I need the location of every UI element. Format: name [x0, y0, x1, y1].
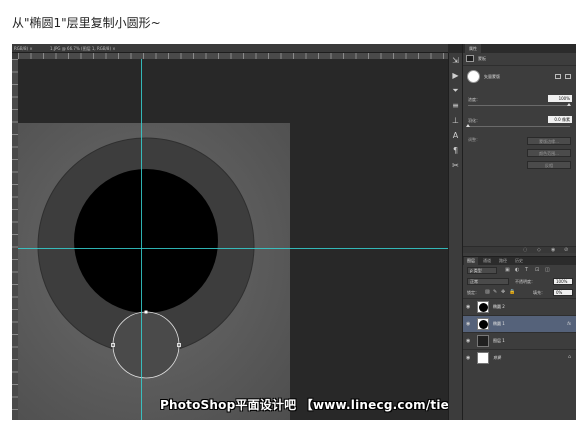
properties-header: 蒙板	[463, 53, 576, 65]
tab-paths[interactable]: 路径	[496, 257, 510, 265]
color-range-button[interactable]: 颜色范围...	[527, 149, 571, 157]
visibility-eye-icon[interactable]: ◉	[466, 304, 470, 310]
feather-row: 羽化： 0.0 像素	[463, 116, 576, 129]
layers-panel: 图层 通道 路径 历史 ρ 类型 ▣ ◐ T ⊡ ◫ 正常 不透明度： 100%…	[463, 256, 576, 420]
layer-name: 图层 1	[493, 338, 505, 343]
filter-adjust-icon[interactable]: ◐	[515, 268, 519, 273]
layer-name: 椭圆 1	[493, 321, 505, 326]
anchor-point-top	[144, 310, 148, 314]
feather-slider-track[interactable]	[468, 126, 570, 127]
filter-type-icon[interactable]: T	[525, 268, 528, 273]
properties-tab-bar: 属性	[463, 44, 576, 53]
fill-label: 填充：	[533, 290, 545, 295]
filter-smart-icon[interactable]: ◫	[545, 268, 550, 273]
visibility-eye-icon[interactable]: ◉	[466, 321, 470, 327]
density-row: 浓度： 100%	[463, 95, 576, 108]
tab-properties[interactable]: 属性	[465, 44, 481, 53]
tools-icon[interactable]: ✂	[451, 161, 461, 171]
filter-shape-icon[interactable]: ⊡	[535, 268, 539, 273]
density-slider-track[interactable]	[468, 105, 570, 106]
density-slider-knob[interactable]	[567, 103, 571, 106]
layer-ellipse-2[interactable]: ◉ 椭圆 2	[463, 298, 576, 315]
feather-input[interactable]: 0.0 像素	[548, 116, 572, 123]
visibility-icon[interactable]: ◉	[551, 247, 555, 254]
add-pixel-mask-icon[interactable]	[555, 74, 561, 79]
add-vector-mask-icon[interactable]	[565, 74, 571, 79]
layer-background[interactable]: ◉ 背景 ⌂	[463, 349, 576, 366]
caption-text: 从"椭圆1"层里复制小圆形~	[12, 16, 161, 30]
paragraph-icon[interactable]: ¶	[451, 146, 461, 156]
density-input[interactable]: 100%	[548, 95, 572, 102]
stamp-icon[interactable]: ⊥	[451, 116, 461, 126]
lock-image-icon[interactable]: ✎	[493, 290, 497, 295]
mask-icon	[466, 55, 474, 62]
move-tool-icon[interactable]: ⇲	[451, 56, 461, 66]
vector-mask-row[interactable]: 矢量蒙版	[463, 65, 576, 87]
properties-header-label: 蒙板	[478, 56, 486, 61]
layer-effects-icon[interactable]: fx	[567, 321, 571, 326]
doc-tab-left: RGB/8) ×	[14, 46, 33, 51]
panel-toolstrip: ⇲ ▶ ⏷ ≡ ⊥ A ¶ ✂	[448, 53, 462, 420]
character-icon[interactable]: A	[451, 131, 461, 141]
black-circle-shape	[74, 169, 218, 313]
guide-horizontal[interactable]	[18, 248, 448, 249]
tab-channels[interactable]: 通道	[480, 257, 494, 265]
mask-thumbnail	[467, 70, 480, 83]
lock-icon: ⌂	[567, 354, 571, 360]
play-icon[interactable]: ▶	[451, 71, 461, 81]
fill-input[interactable]: 0%	[553, 289, 573, 296]
lock-all-icon[interactable]: 🔒	[509, 290, 515, 295]
vector-mask-label: 矢量蒙版	[484, 74, 500, 79]
history-icon[interactable]: ⏷	[451, 86, 461, 96]
layer-thumbnail	[477, 301, 489, 313]
blend-mode-select[interactable]: 正常	[467, 278, 509, 285]
mask-edge-button[interactable]: 蒙版边缘...	[527, 137, 571, 145]
invert-button[interactable]: 反相	[527, 161, 571, 169]
layer-thumbnail	[477, 335, 489, 347]
opacity-label: 不透明度：	[515, 279, 535, 284]
blend-opacity-row: 正常 不透明度： 100%	[463, 276, 576, 287]
guide-vertical[interactable]	[141, 59, 142, 420]
photoshop-window: RGB/8) × 1.JPG @ 66.7% (图层 1, RGB/8) × P…	[12, 44, 576, 420]
kind-filter-select[interactable]: ρ 类型	[467, 267, 497, 274]
layer-thumbnail	[477, 352, 489, 364]
visibility-eye-icon[interactable]: ◉	[466, 355, 470, 361]
selection-icon[interactable]: ◌	[523, 247, 527, 254]
layer-thumbnail	[477, 318, 489, 330]
feather-slider-knob[interactable]	[466, 124, 470, 127]
lock-fill-row: 锁定： ▨ ✎ ✥ 🔒 填充： 0%	[463, 287, 576, 298]
document-tab[interactable]: RGB/8) × 1.JPG @ 66.7% (图层 1, RGB/8) ×	[12, 44, 448, 53]
delete-mask-icon[interactable]: ⊘	[564, 247, 568, 254]
canvas-artwork	[37, 137, 255, 379]
layer-ellipse-1[interactable]: ◉ 椭圆 1 fx	[463, 315, 576, 332]
lock-position-icon[interactable]: ✥	[501, 290, 505, 295]
properties-footer: ◌ ◇ ◉ ⊘	[463, 246, 576, 253]
density-label: 浓度：	[468, 97, 480, 102]
doc-tab-title: 1.JPG @ 66.7% (图层 1, RGB/8) ×	[50, 46, 116, 51]
layer-1[interactable]: ◉ 图层 1	[463, 332, 576, 349]
refine-section: 调整： 蒙版边缘... 颜色范围... 反相	[463, 135, 576, 177]
adjust-icon[interactable]: ≡	[451, 101, 461, 111]
layers-tab-bar: 图层 通道 路径 历史	[463, 257, 576, 265]
filter-pixel-icon[interactable]: ▣	[505, 268, 510, 273]
lock-transparent-icon[interactable]: ▨	[485, 290, 490, 295]
tab-layers[interactable]: 图层	[464, 257, 478, 265]
layer-name: 椭圆 2	[493, 304, 505, 309]
apply-mask-icon[interactable]: ◇	[537, 247, 541, 254]
layer-name: 背景	[493, 355, 501, 360]
layer-filter-row: ρ 类型 ▣ ◐ T ⊡ ◫	[463, 265, 576, 276]
tab-history[interactable]: 历史	[512, 257, 526, 265]
lock-label: 锁定：	[467, 290, 479, 295]
refine-label: 调整：	[468, 137, 480, 142]
canvas-area[interactable]	[18, 59, 448, 420]
right-panels: 属性 蒙板 矢量蒙版 浓度： 100% 羽化： 0.0 像素 调整： 蒙版边缘.…	[462, 44, 576, 420]
opacity-input[interactable]: 100%	[553, 278, 573, 285]
visibility-eye-icon[interactable]: ◉	[466, 338, 470, 344]
small-circle-shape	[112, 311, 180, 379]
